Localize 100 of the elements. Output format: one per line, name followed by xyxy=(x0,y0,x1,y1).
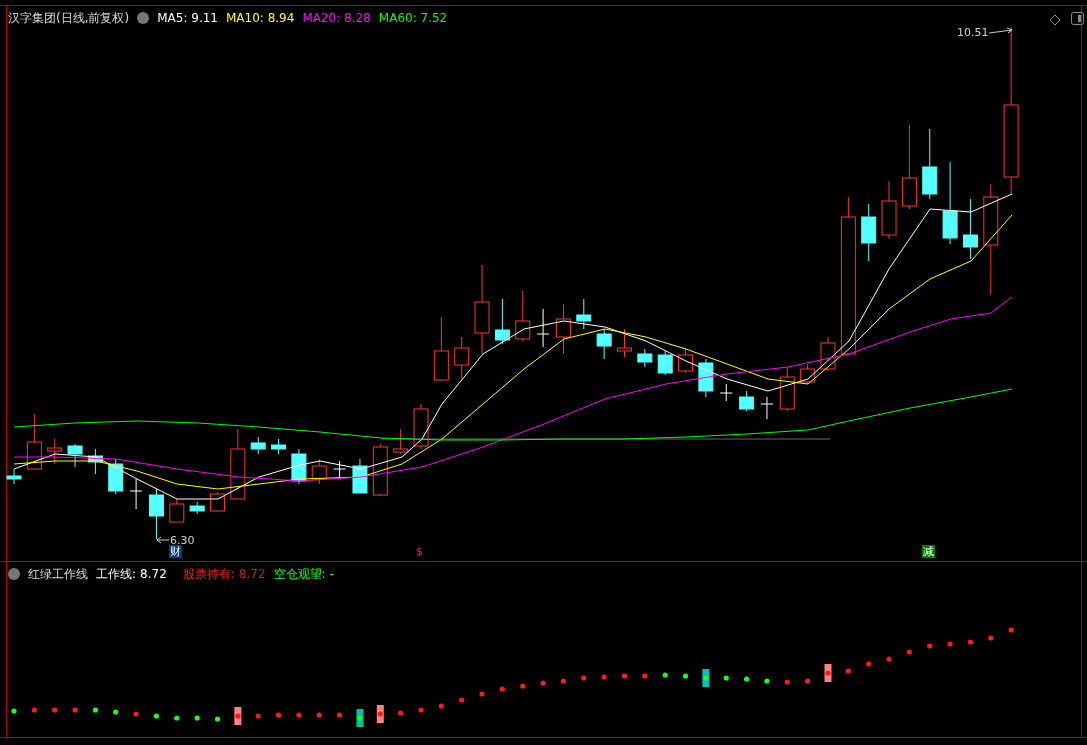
candlestick xyxy=(922,128,938,200)
candlestick xyxy=(678,348,694,374)
candlestick xyxy=(719,383,733,402)
panel-toggle-icon[interactable] xyxy=(1071,9,1084,22)
signal-dot xyxy=(337,712,343,718)
candlestick xyxy=(698,358,714,398)
signal-dot xyxy=(947,641,953,647)
signal-dot xyxy=(398,710,404,716)
candlestick xyxy=(657,350,673,376)
signal-dot xyxy=(784,679,790,685)
signal-dot xyxy=(560,678,567,684)
signal-dot xyxy=(621,673,628,679)
signal-dot xyxy=(967,639,974,645)
candlestick xyxy=(637,348,653,368)
candlestick xyxy=(596,328,612,360)
signal-dot xyxy=(581,675,587,681)
signal-dot xyxy=(886,656,892,662)
signal-dot xyxy=(805,678,811,684)
signal-dot xyxy=(682,673,689,679)
candlestick xyxy=(352,458,368,494)
candlestick xyxy=(148,488,164,540)
signal-dot xyxy=(520,683,526,689)
indicator-label: 股票持有: xyxy=(182,566,235,583)
candlestick xyxy=(311,458,327,485)
signal-dot xyxy=(153,713,160,719)
event-marker[interactable]: 财 xyxy=(169,545,182,558)
candlestick xyxy=(536,308,550,348)
candlestick xyxy=(494,298,510,345)
candlestick xyxy=(760,396,774,420)
indicator-label: 空仓观望: xyxy=(273,566,326,583)
signal-dot xyxy=(723,675,729,681)
signal-dot xyxy=(459,697,465,703)
candlestick xyxy=(87,448,103,475)
signal-dot xyxy=(377,711,383,717)
candlestick xyxy=(820,336,836,372)
moving-average-value: MA5: 9.11 xyxy=(157,10,218,27)
collapse-toggle-icon[interactable] xyxy=(8,568,20,580)
indicator-value: - xyxy=(329,566,334,583)
candlestick xyxy=(250,436,266,455)
signal-dot xyxy=(316,712,322,718)
candlestick xyxy=(67,443,83,468)
candlestick xyxy=(230,428,246,500)
candlestick xyxy=(26,413,42,470)
signal-dot xyxy=(764,678,770,684)
low-price-label: 6.30 xyxy=(170,533,195,547)
candlestick xyxy=(393,428,409,455)
signal-dot xyxy=(744,676,750,682)
signal-dot xyxy=(214,716,221,722)
moving-average-value: MA20: 8.28 xyxy=(302,10,371,27)
moving-average-value: MA10: 8.94 xyxy=(225,10,295,27)
candlestick xyxy=(189,501,205,515)
signal-dot xyxy=(174,715,180,721)
signal-dot xyxy=(825,670,831,676)
event-marker[interactable]: $ xyxy=(415,545,424,558)
signal-dot xyxy=(601,674,607,680)
signal-dot xyxy=(927,643,933,649)
candlestick xyxy=(881,180,897,240)
indicator-title: 红绿工作线 xyxy=(28,566,88,583)
signal-dot xyxy=(1008,627,1014,633)
candlestick xyxy=(333,460,347,480)
signal-dot xyxy=(92,707,98,713)
candlestick xyxy=(800,363,816,385)
candlestick xyxy=(515,290,531,342)
indicator-value: 8.72 xyxy=(238,566,266,583)
candlestick xyxy=(617,328,632,358)
candlestick xyxy=(47,438,63,465)
signal-dot xyxy=(988,635,994,641)
candlestick xyxy=(739,390,755,412)
signal-dot xyxy=(845,668,851,674)
indicator-label: 工作线: xyxy=(96,566,137,583)
signal-dot xyxy=(11,708,17,714)
candlestick xyxy=(454,336,470,380)
leader-line xyxy=(988,27,1014,35)
collapse-toggle-icon[interactable] xyxy=(137,12,150,24)
signal-dot xyxy=(235,713,241,719)
candlestick xyxy=(6,468,22,485)
signal-dot xyxy=(52,707,58,713)
candlestick xyxy=(555,303,571,355)
leader-line xyxy=(156,536,170,544)
signal-dot xyxy=(418,707,424,713)
moving-average-value: MA60: 7.52 xyxy=(378,10,448,27)
candlestick xyxy=(861,203,877,262)
signal-dot xyxy=(275,712,282,718)
signal-dot xyxy=(72,707,78,713)
candlestick xyxy=(962,198,978,260)
indicator-value: 8.72 xyxy=(140,566,167,583)
event-marker[interactable]: 减 xyxy=(922,545,935,558)
candlestick xyxy=(372,443,388,497)
signal-dot xyxy=(31,707,37,713)
signal-dot xyxy=(296,712,302,718)
candlestick xyxy=(271,438,287,455)
signal-dot xyxy=(703,675,709,681)
signal-dot xyxy=(194,715,200,721)
candlestick xyxy=(576,298,592,330)
candlestick xyxy=(433,316,449,382)
signal-dot xyxy=(438,703,444,709)
signal-dot xyxy=(866,661,872,667)
candlestick xyxy=(169,498,185,523)
candlestick xyxy=(413,403,429,450)
signal-dot xyxy=(255,713,261,719)
